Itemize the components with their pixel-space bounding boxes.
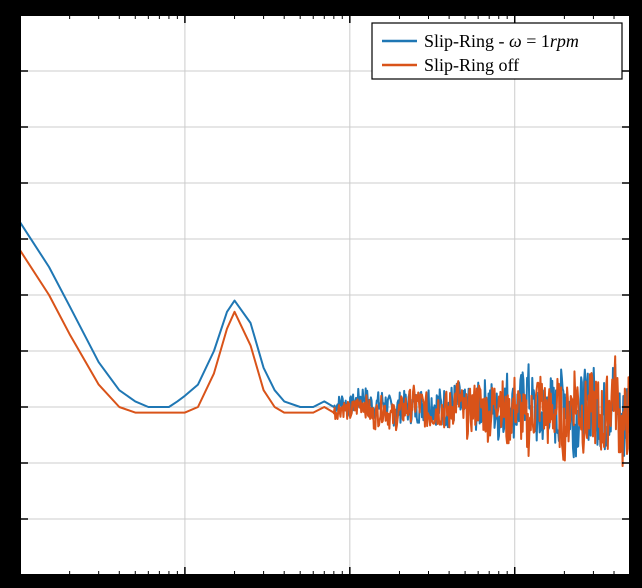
chart-container: Slip-Ring - ω = 1rpm Slip-Ring off <box>0 0 642 588</box>
legend-entry-label: Slip-Ring - ω = 1rpm <box>424 31 579 51</box>
legend-entry-label: Slip-Ring off <box>424 55 519 75</box>
chart-svg: Slip-Ring - ω = 1rpm Slip-Ring off <box>0 0 642 588</box>
